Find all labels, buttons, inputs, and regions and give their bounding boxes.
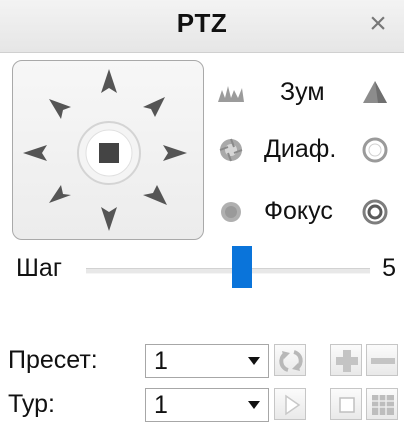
step-slider-track[interactable] [86, 268, 370, 274]
tour-stop-button[interactable] [330, 388, 362, 420]
ptz-direction-pad [12, 60, 204, 240]
tour-label: Тур: [8, 390, 55, 418]
play-icon [285, 394, 301, 416]
chevron-down-icon [248, 357, 260, 365]
pan-up-right-button[interactable] [143, 97, 165, 117]
zoom-wide-icon [218, 86, 244, 102]
tour-select[interactable]: 1 [145, 388, 269, 422]
pan-down-left-button[interactable] [49, 185, 71, 203]
step-slider-thumb[interactable] [232, 246, 253, 288]
preset-delete-button[interactable] [366, 344, 398, 376]
pan-up-button[interactable] [101, 69, 117, 93]
stop-button[interactable] [77, 121, 141, 185]
tour-row: Тур: 1 [0, 388, 404, 422]
close-button[interactable]: × [362, 6, 394, 42]
window-title: PTZ [176, 8, 228, 38]
focus-near-button[interactable] [216, 197, 246, 227]
preset-add-button[interactable] [330, 344, 362, 376]
pan-left-button[interactable] [23, 145, 47, 161]
zoom-label: Зум [280, 78, 325, 106]
grid-icon [372, 395, 394, 415]
zoom-tele-icon [363, 81, 387, 103]
refresh-icon [279, 350, 303, 372]
arrow-down-icon [101, 207, 117, 231]
zoom-in-button[interactable] [360, 78, 390, 108]
plus-icon [336, 350, 358, 372]
tour-selected-value: 1 [154, 391, 168, 419]
preset-select[interactable]: 1 [145, 344, 269, 378]
arrow-left-icon [23, 145, 47, 161]
pan-down-right-button[interactable] [143, 185, 167, 205]
arrow-up-icon [101, 69, 117, 93]
chevron-down-icon [248, 401, 260, 409]
arrow-up-right-icon [143, 97, 165, 117]
preset-label: Пресет: [8, 346, 98, 374]
stop-icon [99, 143, 119, 163]
pan-right-button[interactable] [163, 145, 187, 161]
tour-settings-button[interactable] [366, 388, 398, 420]
tour-play-button[interactable] [274, 388, 306, 420]
iris-closed-icon [219, 138, 243, 162]
minus-icon [371, 358, 395, 364]
focus-label: Фокус [264, 197, 333, 225]
preset-call-button[interactable] [274, 344, 306, 376]
iris-label: Диаф. [264, 135, 337, 163]
focus-far-icon [362, 199, 388, 225]
title-bar: PTZ × [0, 0, 404, 53]
arrow-down-right-icon [143, 185, 167, 205]
pan-up-left-button[interactable] [49, 99, 71, 119]
preset-row: Пресет: 1 [0, 344, 404, 378]
pan-down-button[interactable] [101, 207, 117, 231]
stop-square-icon [339, 397, 355, 413]
iris-open-button[interactable] [360, 135, 390, 165]
iris-open-icon [362, 137, 388, 163]
zoom-row: Зум [214, 74, 394, 114]
focus-near-icon [221, 202, 241, 222]
arrow-down-left-icon [49, 185, 71, 203]
arrow-right-icon [163, 145, 187, 161]
step-value: 5 [382, 254, 396, 282]
zoom-out-button[interactable] [216, 78, 246, 108]
arrow-up-left-icon [49, 99, 71, 119]
focus-row: Фокус [214, 193, 394, 233]
preset-selected-value: 1 [154, 347, 168, 375]
focus-far-button[interactable] [360, 197, 390, 227]
step-label: Шаг [16, 254, 62, 282]
iris-close-button[interactable] [216, 135, 246, 165]
iris-row: Диаф. [214, 131, 394, 171]
